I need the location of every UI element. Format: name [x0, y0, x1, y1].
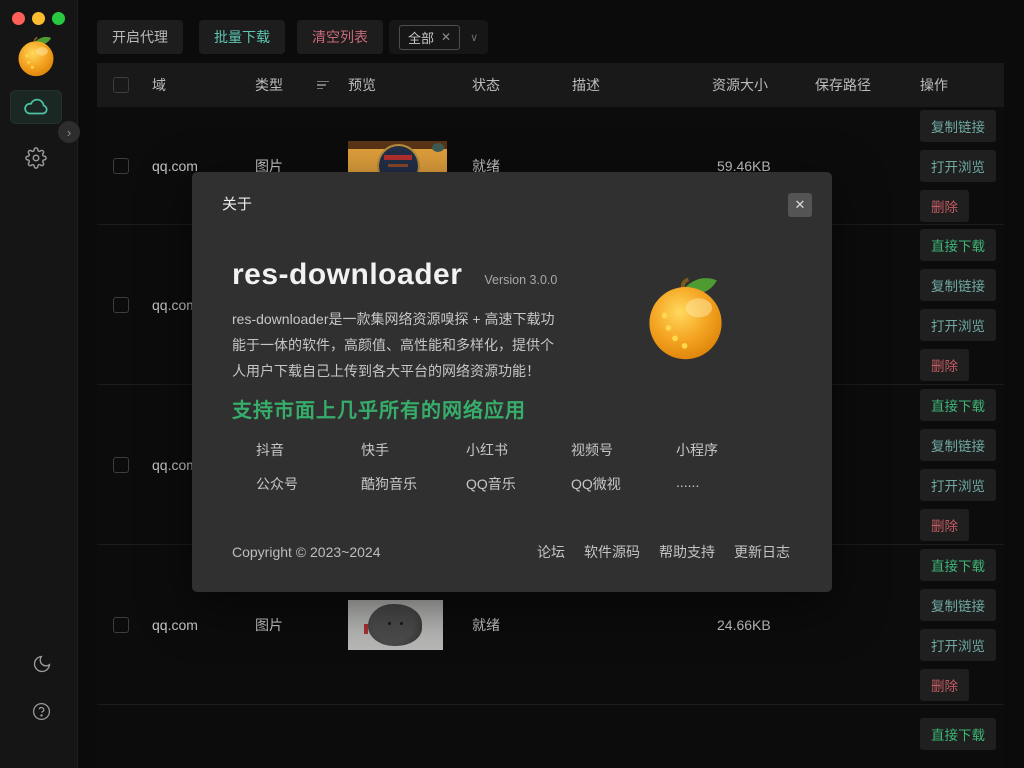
moon-icon	[32, 654, 52, 674]
source-code-link[interactable]: 软件源码	[584, 542, 640, 562]
filter-tag: 全部 ✕	[399, 25, 460, 50]
col-header-path: 保存路径	[815, 75, 920, 95]
supported-app: 小红书	[466, 440, 571, 460]
cell-status: 就绪	[472, 615, 572, 635]
supported-app: 小程序	[676, 440, 781, 460]
help-circle-icon	[32, 702, 51, 721]
direct-download-button[interactable]: 直接下载	[920, 229, 996, 261]
supported-app: 酷狗音乐	[361, 474, 466, 494]
dialog-title: 关于	[222, 193, 252, 214]
delete-button[interactable]: 删除	[920, 349, 969, 381]
preview-thumbnail[interactable]	[348, 600, 443, 650]
chevron-down-icon: ∨	[470, 31, 478, 44]
open-browser-button[interactable]: 打开浏览	[920, 469, 996, 501]
forum-link[interactable]: 论坛	[537, 542, 565, 562]
type-filter-select[interactable]: 全部 ✕ ∨	[389, 20, 488, 54]
window-controls	[12, 12, 65, 25]
supported-app: 快手	[361, 440, 466, 460]
col-header-domain: 域	[152, 75, 255, 95]
app-version: Version 3.0.0	[484, 273, 557, 287]
supported-app: 抖音	[256, 440, 361, 460]
copy-link-button[interactable]: 复制链接	[920, 589, 996, 621]
sidebar-item-downloads-active[interactable]	[10, 90, 62, 124]
row-checkbox[interactable]	[113, 297, 129, 313]
help-button[interactable]	[32, 702, 51, 726]
row-checkbox[interactable]	[113, 457, 129, 473]
select-all-checkbox[interactable]	[113, 77, 129, 93]
app-description: res-downloader是一款集网络资源嗅探 + 高速下载功 能于一体的软件…	[232, 306, 592, 384]
supported-app: ......	[676, 474, 781, 494]
copy-link-button[interactable]: 复制链接	[920, 110, 996, 142]
tag-remove-icon[interactable]: ✕	[441, 30, 451, 44]
window-close-button[interactable]	[12, 12, 25, 25]
delete-button[interactable]: 删除	[920, 190, 969, 222]
open-browser-button[interactable]: 打开浏览	[920, 150, 996, 182]
filter-tag-label: 全部	[408, 28, 434, 47]
window-minimize-button[interactable]	[32, 12, 45, 25]
window-zoom-button[interactable]	[52, 12, 65, 25]
sidebar-item-settings[interactable]	[25, 147, 47, 174]
open-browser-button[interactable]: 打开浏览	[920, 309, 996, 341]
direct-download-button[interactable]: 直接下载	[920, 389, 996, 421]
column-filter-icon[interactable]	[317, 81, 329, 90]
supported-app: 视频号	[571, 440, 676, 460]
app-logo-orange-icon	[13, 32, 59, 78]
copy-link-button[interactable]: 复制链接	[920, 269, 996, 301]
table-row: 直接下载	[97, 705, 1004, 768]
row-checkbox[interactable]	[113, 158, 129, 174]
chevron-right-icon: ›	[67, 125, 71, 140]
toolbar: 开启代理 批量下载 清空列表 全部 ✕ ∨	[97, 20, 488, 54]
cloud-icon	[23, 94, 49, 120]
col-header-type: 类型	[255, 75, 283, 95]
col-header-ops: 操作	[920, 75, 1004, 95]
copyright-text: Copyright © 2023~2024	[232, 544, 380, 560]
copy-link-button[interactable]: 复制链接	[920, 429, 996, 461]
col-header-desc: 描述	[572, 75, 712, 95]
theme-toggle[interactable]	[32, 654, 52, 679]
footer-links: 论坛 软件源码 帮助支持 更新日志	[537, 542, 790, 562]
cell-domain: qq.com	[152, 617, 255, 633]
app-logo-orange-icon	[638, 268, 733, 363]
sidebar-collapse-button[interactable]: ›	[58, 121, 80, 143]
clear-list-button[interactable]: 清空列表	[297, 20, 383, 54]
app-name: res-downloader	[232, 258, 462, 292]
close-icon[interactable]: ✕	[788, 193, 812, 217]
delete-button[interactable]: 删除	[920, 509, 969, 541]
direct-download-button[interactable]: 直接下载	[920, 718, 996, 750]
batch-download-button[interactable]: 批量下载	[199, 20, 285, 54]
gear-icon	[25, 147, 47, 169]
direct-download-button[interactable]: 直接下载	[920, 549, 996, 581]
sidebar: ›	[0, 0, 78, 768]
changelog-link[interactable]: 更新日志	[734, 542, 790, 562]
delete-button[interactable]: 删除	[920, 669, 969, 701]
cell-type: 图片	[255, 615, 348, 635]
supported-app: QQ音乐	[466, 474, 571, 494]
about-dialog: 关于 ✕ res-downloader Version 3.0.0 res-do…	[192, 172, 832, 592]
supported-apps-grid: 抖音 快手 小红书 视频号 小程序 公众号 酷狗音乐 QQ音乐 QQ微视 ...…	[256, 440, 781, 494]
col-header-status: 状态	[472, 75, 572, 95]
row-checkbox[interactable]	[113, 617, 129, 633]
col-header-preview: 预览	[348, 75, 472, 95]
col-header-size: 资源大小	[712, 75, 815, 95]
supported-app: QQ微视	[571, 474, 676, 494]
cell-size: 24.66KB	[712, 617, 815, 633]
help-support-link[interactable]: 帮助支持	[659, 542, 715, 562]
proxy-toggle-button[interactable]: 开启代理	[97, 20, 183, 54]
supported-apps-heading: 支持市面上几乎所有的网络应用	[232, 394, 526, 423]
supported-app: 公众号	[256, 474, 361, 494]
open-browser-button[interactable]: 打开浏览	[920, 629, 996, 661]
table-header: 域 类型 预览 状态 描述 资源大小 保存路径 操作	[97, 63, 1004, 107]
